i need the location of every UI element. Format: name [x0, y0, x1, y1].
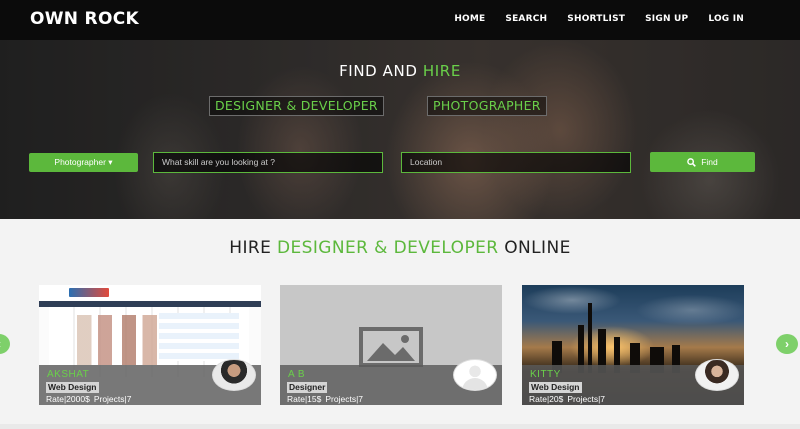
section-title-suffix: ONLINE: [504, 238, 571, 258]
hero-pill-photographer[interactable]: PHOTOGRAPHER: [427, 96, 547, 116]
card-rate: Rate|2000$: [46, 394, 90, 404]
card-tag: Web Design: [529, 382, 582, 393]
card-projects: Projects|7: [567, 394, 605, 404]
card-tag: Designer: [287, 382, 328, 393]
hero-banner: FIND AND HIRE DESIGNER & DEVELOPER PHOTO…: [0, 40, 800, 219]
card-rate: Rate|20$: [529, 394, 564, 404]
chevron-left-icon: ‹: [0, 337, 1, 351]
skill-search-input[interactable]: What skill are you looking at ?: [153, 152, 383, 173]
avatar[interactable]: [212, 359, 256, 391]
card-name[interactable]: A B: [288, 369, 305, 380]
location-input[interactable]: Location: [401, 152, 631, 173]
hero-title: FIND AND HIRE: [0, 62, 800, 80]
hero-pill-designer-developer[interactable]: DESIGNER & DEVELOPER: [209, 96, 384, 116]
find-label: Find: [701, 157, 718, 167]
card-meta: Rate|15$ Projects|7: [287, 394, 367, 404]
card-tag: Web Design: [46, 382, 99, 393]
profile-card[interactable]: KITTY Web Design Rate|20$ Projects|7: [522, 285, 744, 405]
thumb-sky: [522, 285, 744, 330]
nav-sign-up[interactable]: SIGN UP: [645, 14, 688, 24]
section-divider: [0, 424, 800, 429]
avatar[interactable]: [453, 359, 497, 391]
card-name[interactable]: KITTY: [530, 369, 561, 380]
profile-card[interactable]: AKSHAT Web Design Rate|2000$ Projects|7: [39, 285, 261, 405]
hero-title-accent: HIRE: [422, 62, 461, 80]
brand-logo[interactable]: OWN ROCK: [30, 9, 139, 29]
profile-card[interactable]: A B Designer Rate|15$ Projects|7: [280, 285, 502, 405]
card-meta: Rate|2000$ Projects|7: [46, 394, 135, 404]
top-navbar: OWN ROCK HOME SEARCH SHORTLIST SIGN UP L…: [0, 0, 800, 40]
section-title: HIRE DESIGNER & DEVELOPER ONLINE: [0, 238, 800, 258]
card-name[interactable]: AKSHAT: [47, 369, 89, 380]
category-label: Photographer: [54, 157, 106, 167]
section-title-prefix: HIRE: [229, 238, 272, 258]
section-title-accent: DESIGNER & DEVELOPER: [277, 238, 499, 258]
nav-shortlist[interactable]: SHORTLIST: [567, 14, 625, 24]
carousel-next-button[interactable]: ›: [776, 334, 798, 354]
nav-log-in[interactable]: LOG IN: [708, 14, 744, 24]
nav-search[interactable]: SEARCH: [505, 14, 547, 24]
avatar[interactable]: [695, 359, 739, 391]
chevron-right-icon: ›: [785, 337, 789, 351]
thumb-sidebar: [159, 313, 239, 361]
carousel-prev-button[interactable]: ‹: [0, 334, 10, 354]
card-meta: Rate|20$ Projects|7: [529, 394, 609, 404]
thumb-tower: [588, 303, 592, 373]
thumb-people: [77, 315, 157, 365]
chevron-down-icon: ▾: [108, 157, 113, 167]
nav-home[interactable]: HOME: [454, 14, 485, 24]
nav-menu: HOME SEARCH SHORTLIST SIGN UP LOG IN: [434, 14, 744, 24]
search-icon: [687, 158, 697, 167]
card-rate: Rate|15$: [287, 394, 322, 404]
card-projects: Projects|7: [93, 394, 132, 404]
card-projects: Projects|7: [325, 394, 363, 404]
hero-title-prefix: FIND AND: [339, 62, 418, 80]
image-placeholder-icon: [359, 327, 423, 367]
find-button[interactable]: Find: [650, 152, 755, 172]
category-dropdown-button[interactable]: Photographer ▾: [29, 153, 138, 172]
thumb-logo: [69, 288, 109, 297]
